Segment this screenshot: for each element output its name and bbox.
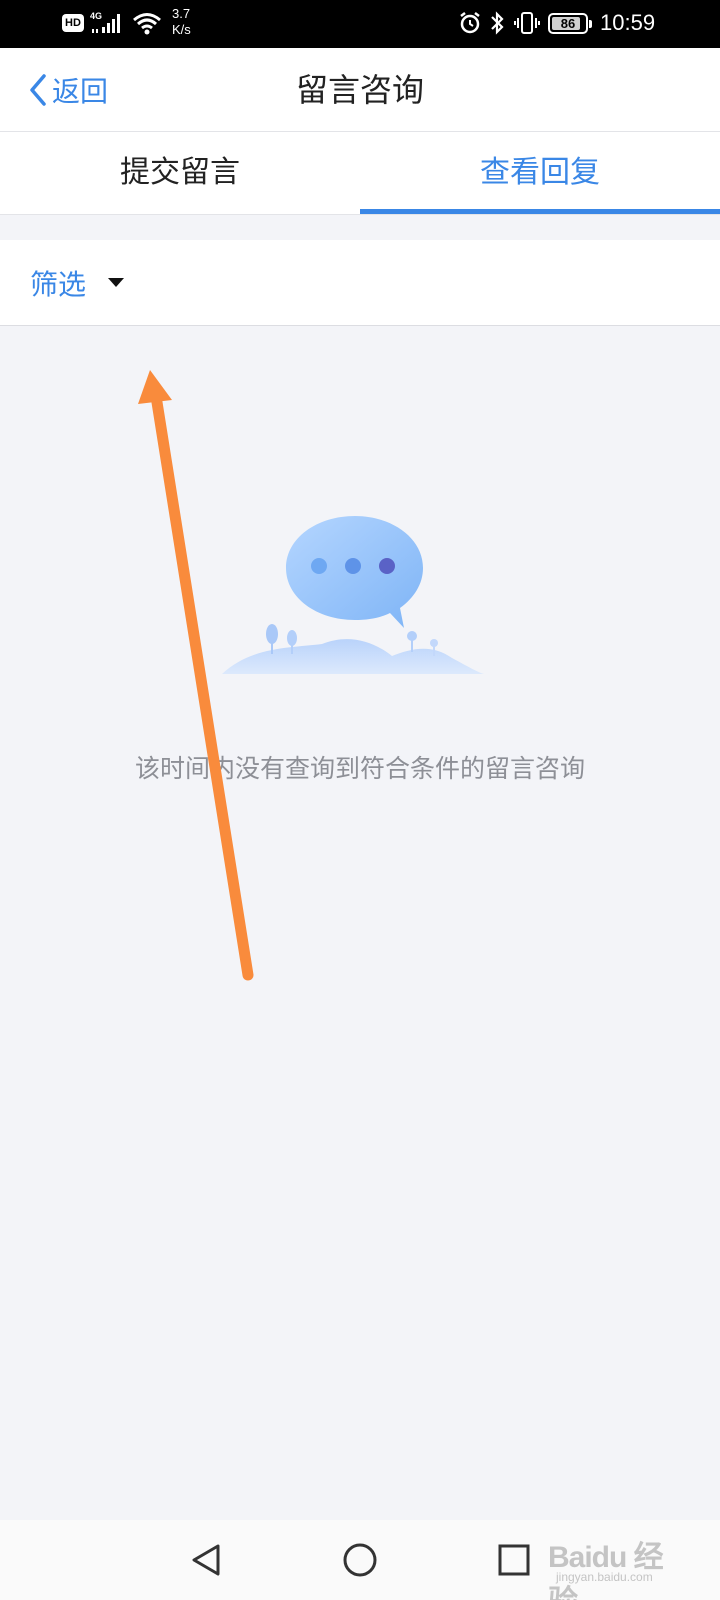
tab-bar: 提交留言 查看回复 [0,132,720,215]
empty-chat-illustration-icon [222,516,484,674]
filter-label: 筛选 [30,268,87,301]
empty-state-message: 该时间内没有查询到符合条件的留言咨询 [134,754,585,783]
filter-bar: 筛选 [0,240,720,326]
watermark-logo: Baidu 经验 [548,1541,664,1600]
filter-dropdown[interactable]: 筛选 [30,260,125,306]
watermark-url: jingyan.baidu.com [556,1570,653,1584]
clock: 10:59 [600,10,656,35]
network-speed-value: 3.7 [172,6,191,21]
battery-icon: 86 [548,13,592,34]
network-type: 4G [90,11,102,21]
nav-bar: 返回 留言咨询 [0,48,720,132]
tab-submit-message[interactable]: 提交留言 [0,132,360,214]
status-bar: HD 4G 3.7 K/s 86 10:59 [0,0,720,48]
vibrate-icon [514,12,540,34]
triangle-back-icon[interactable] [188,1542,224,1578]
tab-view-replies[interactable]: 查看回复 [360,132,720,214]
caret-down-icon [108,278,125,287]
page-title: 留言咨询 [295,71,424,109]
hd-icon: HD [62,14,84,32]
wifi-icon [133,13,161,35]
alarm-icon [460,12,480,34]
bluetooth-icon [491,11,504,35]
network-speed: 3.7 K/s [172,6,208,38]
battery-level: 86 [560,16,576,31]
baidu-watermark: Baidu 经验 jingyan.baidu.com [548,1532,688,1600]
active-tab-indicator [360,209,720,214]
circle-home-icon[interactable] [342,1542,378,1578]
network-speed-unit: K/s [172,22,191,37]
cellular-signal-icon: 4G [90,11,120,33]
square-recent-icon[interactable] [496,1542,532,1578]
